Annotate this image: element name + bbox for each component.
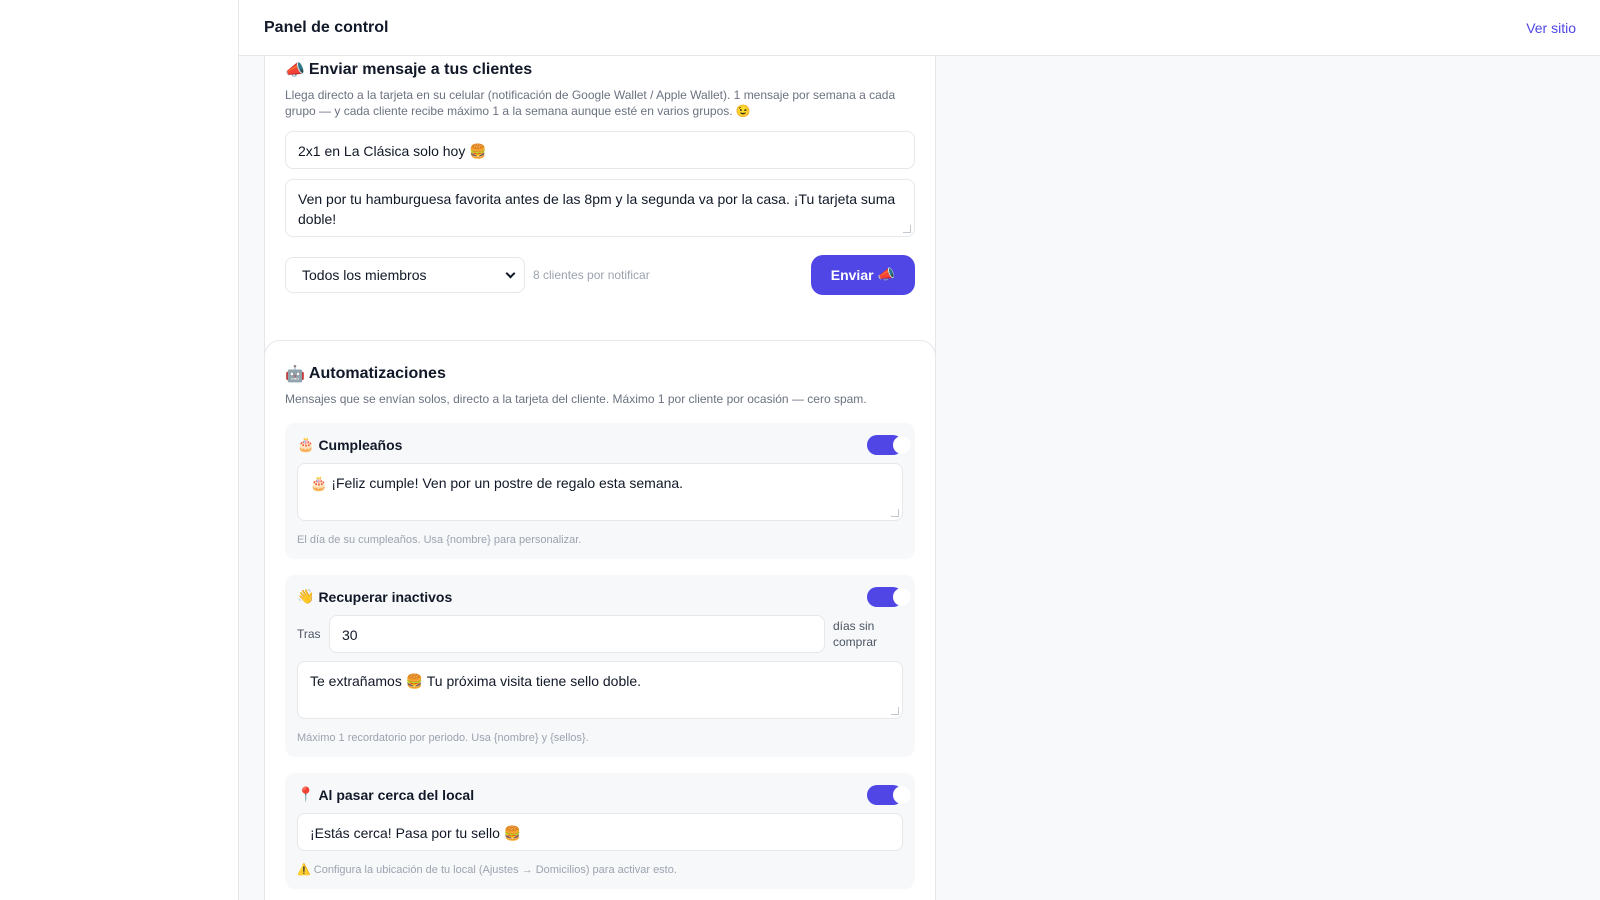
page-title: Panel de control	[264, 18, 389, 36]
automation-inactive: 👋 Recuperar inactivos Tras 30 días sin c…	[285, 575, 915, 757]
automation-birthday: 🎂 Cumpleaños 🎂 ¡Feliz cumple! Ven por un…	[285, 423, 915, 559]
inactive-toggle[interactable]	[867, 587, 911, 607]
automation-birthday-label: Cumpleaños	[318, 437, 403, 453]
inactive-hint: Máximo 1 recordatorio por periodo. Usa {…	[297, 732, 589, 744]
toggle-knob	[893, 786, 911, 804]
automations-card: 🤖 Automatizaciones Mensajes que se envía…	[264, 340, 936, 900]
automation-nearby: 📍 Al pasar cerca del local ¡Estás cerca!…	[285, 773, 915, 889]
automation-nearby-name: 📍 Al pasar cerca del local	[297, 787, 474, 803]
birthday-message-text: 🎂 ¡Feliz cumple! Ven por un postre de re…	[310, 475, 684, 491]
inactive-days-suffix: días sin comprar	[833, 619, 878, 649]
audience-select[interactable]: Todos los miembros	[285, 257, 525, 293]
automations-title: 🤖 Automatizaciones	[285, 363, 915, 385]
automation-nearby-label: Al pasar cerca del local	[318, 787, 475, 803]
automation-inactive-label: Recuperar inactivos	[318, 589, 453, 605]
resize-handle-icon[interactable]	[891, 509, 899, 517]
send-message-card: 📣 Enviar mensaje a tus clientes Llega di…	[264, 56, 936, 372]
pin-icon: 📍	[297, 787, 315, 803]
chevron-down-icon	[505, 268, 516, 278]
topbar: Panel de control Ver sitio	[239, 0, 1600, 56]
send-button[interactable]: Enviar 📣	[810, 255, 915, 295]
audience-select-value: Todos los miembros	[302, 267, 427, 283]
automation-inactive-name: 👋 Recuperar inactivos	[297, 589, 452, 605]
cake-icon: 🎂	[297, 437, 315, 453]
toggle-knob	[893, 588, 911, 606]
birthday-hint: El día de su cumpleaños. Usa {nombre} pa…	[297, 534, 582, 546]
birthday-toggle[interactable]	[867, 435, 911, 455]
message-body-text: Ven por tu hamburguesa favorita antes de…	[298, 191, 896, 227]
view-site-link[interactable]: Ver sitio	[1526, 20, 1576, 36]
main-content: 📣 Enviar mensaje a tus clientes Llega di…	[239, 56, 1600, 900]
recipient-count: 8 clientes por notificar	[533, 268, 650, 282]
send-card-description: Llega directo a la tarjeta en su celular…	[285, 88, 896, 118]
megaphone-icon: 📣	[877, 267, 895, 283]
resize-handle-icon[interactable]	[903, 225, 911, 233]
robot-icon: 🤖	[285, 364, 305, 383]
nearby-hint: ⚠️ Configura la ubicación de tu local (A…	[297, 864, 677, 876]
automations-title-text: Automatizaciones	[308, 365, 446, 382]
message-title-input[interactable]: 2x1 en La Clásica solo hoy 🍔	[285, 131, 915, 169]
toggle-knob	[893, 436, 911, 454]
sidebar	[0, 0, 239, 900]
resize-handle-icon[interactable]	[891, 707, 899, 715]
inactive-message-textarea[interactable]: Te extrañamos 🍔 Tu próxima visita tiene …	[297, 661, 903, 719]
inactive-days-prefix: Tras	[297, 627, 321, 641]
nearby-toggle[interactable]	[867, 785, 911, 805]
send-card-title-text: Enviar mensaje a tus clientes	[308, 61, 533, 78]
nearby-message-input[interactable]: ¡Estás cerca! Pasa por tu sello 🍔	[297, 813, 903, 851]
automations-description: Mensajes que se envían solos, directo a …	[285, 392, 867, 406]
send-button-label: Enviar	[830, 267, 874, 283]
send-row: Todos los miembros 8 clientes por notifi…	[285, 255, 915, 295]
message-body-textarea[interactable]: Ven por tu hamburguesa favorita antes de…	[285, 179, 915, 237]
inactive-days-input[interactable]: 30	[329, 615, 825, 653]
send-card-title: 📣 Enviar mensaje a tus clientes	[285, 59, 915, 81]
megaphone-icon: 📣	[285, 60, 305, 79]
automation-birthday-name: 🎂 Cumpleaños	[297, 437, 402, 453]
birthday-message-textarea[interactable]: 🎂 ¡Feliz cumple! Ven por un postre de re…	[297, 463, 903, 521]
inactive-message-text: Te extrañamos 🍔 Tu próxima visita tiene …	[310, 673, 642, 689]
inactive-days-row: Tras 30 días sin comprar	[297, 615, 903, 653]
waving-hand-icon: 👋	[297, 589, 315, 605]
